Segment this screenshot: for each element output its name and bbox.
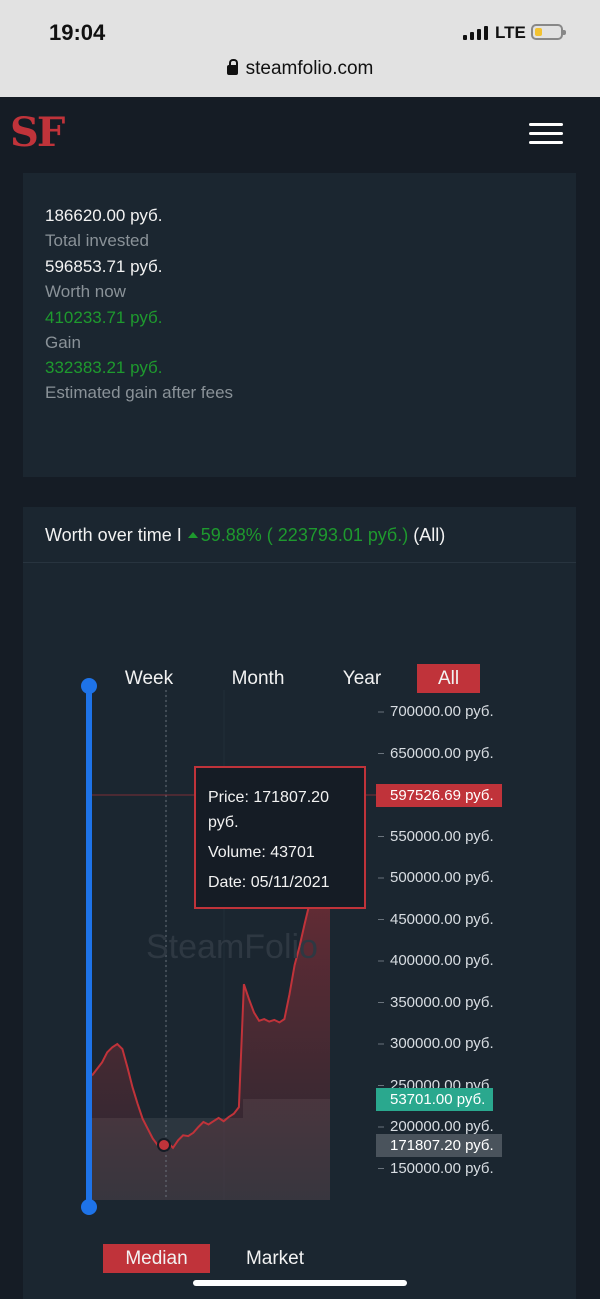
y-tick-label: 300000.00 руб. <box>390 1035 494 1052</box>
worth-chart[interactable] <box>0 0 600 1299</box>
y-tick-label: 450000.00 руб. <box>390 910 494 928</box>
tab-all[interactable]: All <box>417 664 480 693</box>
tooltip-price-unit: руб. <box>208 814 239 831</box>
y-tick-label: 650000.00 руб. <box>390 744 494 762</box>
hover-price-tag: 171807.20 руб. <box>376 1134 502 1157</box>
tooltip-price: Price: 171807.20 <box>208 789 329 806</box>
tab-month[interactable]: Month <box>220 664 296 693</box>
tooltip-date: Date: 05/11/2021 <box>208 874 330 891</box>
chart-tooltip: Price: 171807.20 руб. Volume: 43701 Date… <box>194 766 366 909</box>
volume-tag: 53701.00 руб. <box>376 1088 494 1111</box>
current-price-tag: 597526.69 руб. <box>376 784 502 807</box>
y-tick-label: 500000.00 руб. <box>390 869 494 886</box>
tab-week[interactable]: Week <box>110 664 188 693</box>
range-slider-handle-top <box>81 678 97 694</box>
y-tick-label: 150000.00 руб. <box>390 1159 494 1177</box>
tab-year[interactable]: Year <box>330 664 394 693</box>
y-tick-label: 550000.00 руб. <box>390 827 494 845</box>
y-tick-label: 350000.00 руб. <box>390 993 494 1011</box>
y-tick-label: 200000.00 руб. <box>390 1118 494 1135</box>
y-tick-label: 400000.00 руб. <box>390 952 494 969</box>
home-indicator <box>193 1280 407 1286</box>
y-tick-label: 700000.00 руб. <box>390 703 494 720</box>
tab-median[interactable]: Median <box>103 1244 210 1273</box>
tab-market[interactable]: Market <box>230 1244 320 1273</box>
hover-point <box>157 1138 171 1152</box>
chart-watermark: SteamFolio <box>146 928 318 966</box>
range-slider-handle-bottom <box>81 1199 97 1215</box>
tooltip-volume: Volume: 43701 <box>208 844 315 861</box>
